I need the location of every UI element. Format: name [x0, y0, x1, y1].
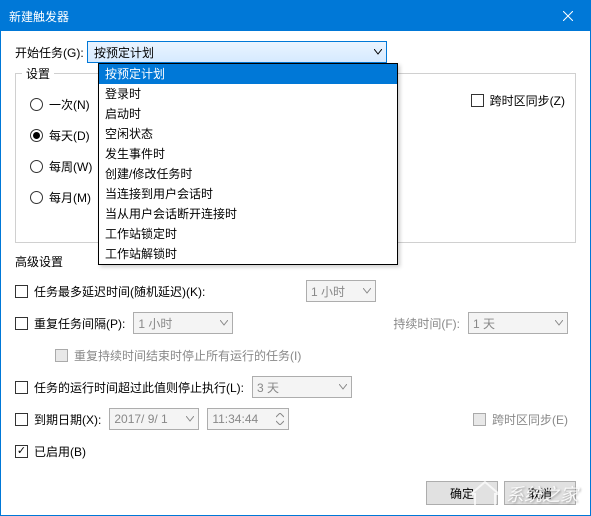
dropdown-option[interactable]: 工作站解锁时 [99, 244, 397, 264]
window-title: 新建触发器 [9, 8, 545, 25]
repeat-label: 重复任务间隔(P): [34, 315, 125, 332]
dialog-buttons: 确定 取消 [426, 481, 576, 505]
random-delay-checkbox[interactable] [15, 285, 28, 298]
repeat-checkbox[interactable] [15, 317, 28, 330]
duration-select[interactable]: 1 天 [468, 312, 568, 334]
settings-legend: 设置 [22, 65, 54, 82]
chevron-down-icon [186, 416, 194, 422]
dropdown-option[interactable]: 发生事件时 [99, 144, 397, 164]
dropdown-option[interactable]: 空闲状态 [99, 124, 397, 144]
begin-task-label: 开始任务(G): [15, 44, 87, 61]
random-delay-label: 任务最多延迟时间(随机延迟)(K): [34, 283, 205, 300]
chevron-down-icon [374, 49, 382, 55]
dropdown-option[interactable]: 启动时 [99, 104, 397, 124]
dropdown-option[interactable]: 当从用户会话断开连接时 [99, 204, 397, 224]
begin-task-dropdown: 按预定计划 登录时 启动时 空闲状态 发生事件时 创建/修改任务时 当连接到用户… [98, 63, 398, 265]
close-icon [563, 11, 573, 21]
stop-if-longer-label: 任务的运行时间超过此值则停止执行(L): [34, 379, 244, 396]
sync-tz-top-checkbox[interactable] [471, 94, 484, 107]
expire-time-spinner[interactable]: 11:34:44 [207, 408, 289, 430]
dropdown-option[interactable]: 当连接到用户会话时 [99, 184, 397, 204]
sync-tz-top-label: 跨时区同步(Z) [490, 92, 565, 109]
dialog-window: 新建触发器 开始任务(G): 按预定计划 设置 一次(N) 每天(D) 每周(W… [0, 0, 591, 516]
chevron-down-icon [220, 320, 228, 326]
random-delay-select[interactable]: 1 小时 [306, 280, 376, 302]
cancel-button[interactable]: 取消 [504, 481, 576, 505]
stop-all-after-label: 重复持续时间结束时停止所有运行的任务(I) [74, 347, 301, 364]
chevron-down-icon [363, 288, 371, 294]
sync-tz-bottom-checkbox [473, 413, 486, 426]
titlebar: 新建触发器 [1, 1, 590, 31]
stop-if-longer-checkbox[interactable] [15, 381, 28, 394]
begin-task-selected: 按预定计划 [94, 44, 154, 61]
enabled-checkbox[interactable] [15, 445, 28, 458]
enabled-label: 已启用(B) [34, 443, 86, 460]
expire-date-picker[interactable]: 2017/ 9/ 1 [109, 408, 199, 430]
begin-task-select[interactable]: 按预定计划 [87, 41, 387, 63]
expire-label: 到期日期(X): [34, 411, 101, 428]
stop-if-longer-select[interactable]: 3 天 [252, 376, 352, 398]
expire-checkbox[interactable] [15, 413, 28, 426]
sync-tz-bottom-label: 跨时区同步(E) [492, 411, 568, 428]
spinner-icon [276, 413, 284, 425]
chevron-down-icon [555, 320, 563, 326]
duration-label: 持续时间(F): [393, 315, 460, 332]
stop-all-after-checkbox [55, 349, 68, 362]
dropdown-option[interactable]: 按预定计划 [99, 64, 397, 84]
chevron-down-icon [339, 384, 347, 390]
begin-task-row: 开始任务(G): 按预定计划 [15, 41, 576, 63]
dropdown-option[interactable]: 工作站锁定时 [99, 224, 397, 244]
dropdown-option[interactable]: 创建/修改任务时 [99, 164, 397, 184]
repeat-interval-select[interactable]: 1 小时 [133, 312, 233, 334]
ok-button[interactable]: 确定 [426, 481, 498, 505]
dropdown-option[interactable]: 登录时 [99, 84, 397, 104]
close-button[interactable] [545, 1, 590, 31]
